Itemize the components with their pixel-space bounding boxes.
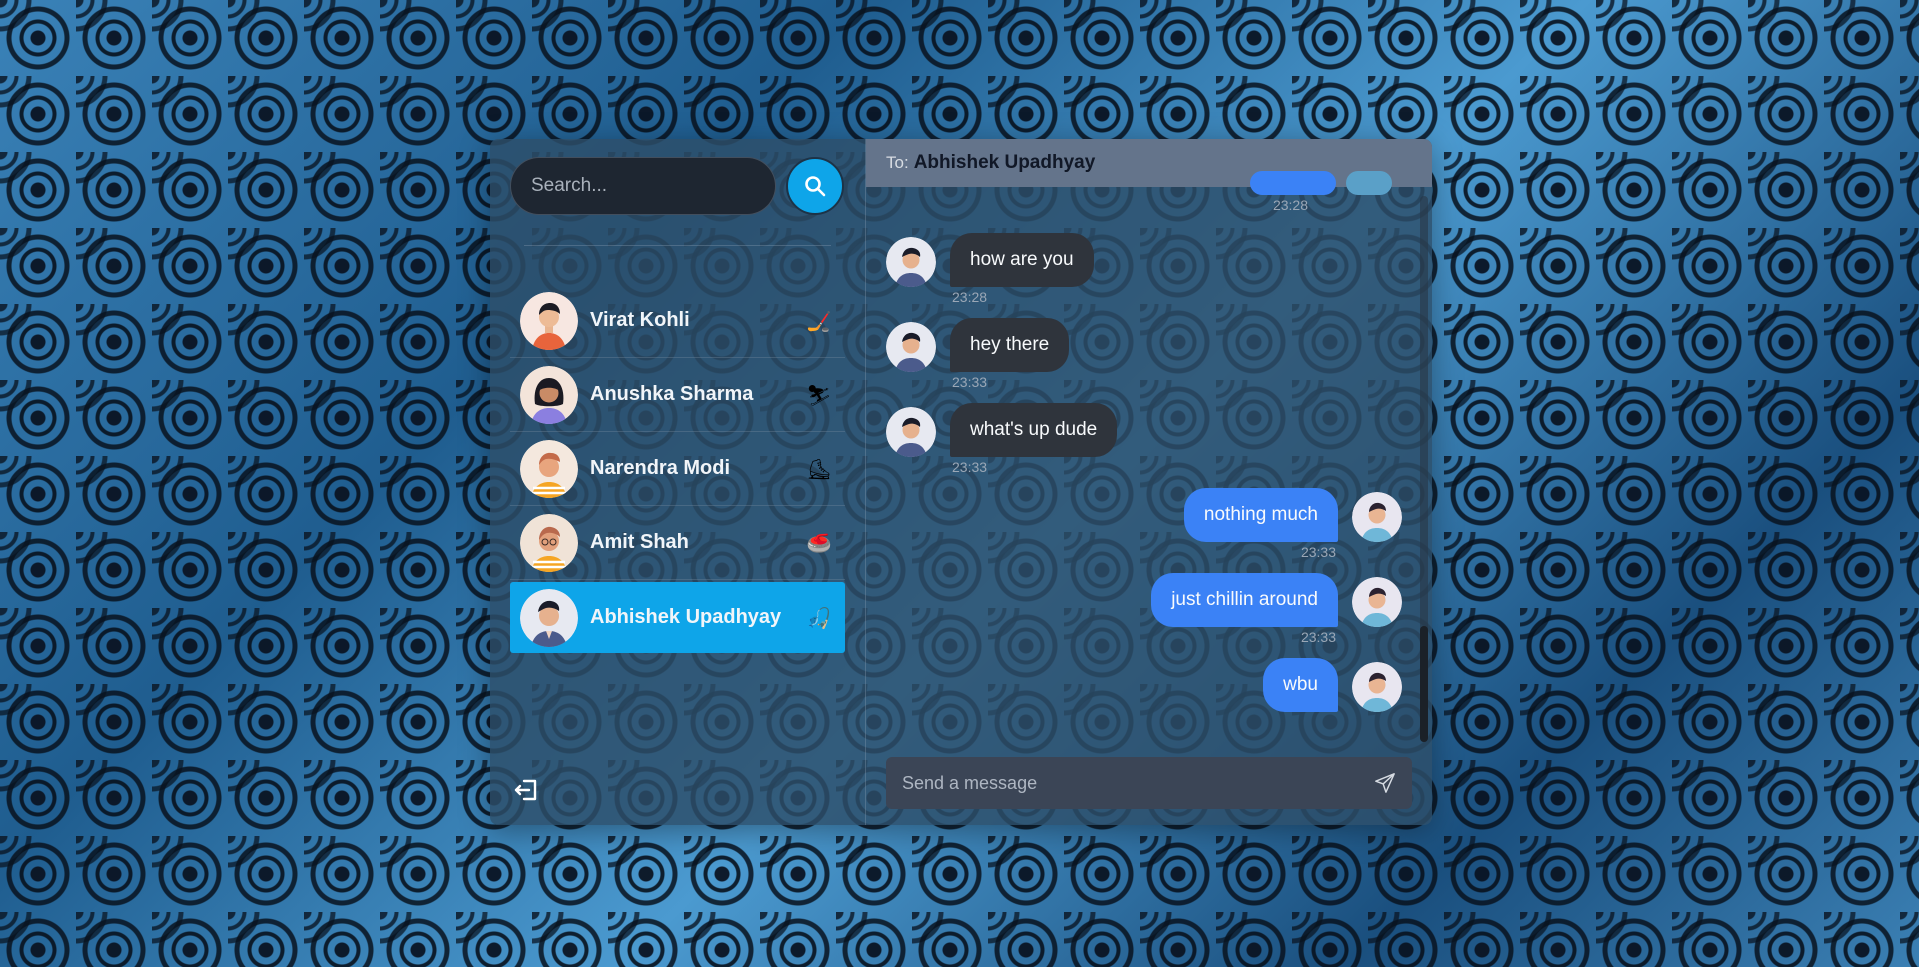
contact-name: Narendra Modi [590, 457, 731, 479]
message-outgoing: just chillin around 23:33 [886, 573, 1402, 645]
logout-icon [514, 779, 537, 801]
avatar [520, 439, 578, 498]
message-incoming: what's up dude 23:33 [886, 403, 1402, 475]
contact-amit-shah[interactable]: Amit Shah 🥌 [510, 506, 845, 580]
avatar [520, 588, 578, 647]
send-button[interactable] [1372, 770, 1398, 796]
message-bubble: nothing much [1183, 488, 1338, 542]
contact-name: Virat Kohli [590, 309, 690, 331]
contact-name: Abhishek Upadhyay [590, 606, 782, 628]
message-time: 23:33 [1300, 629, 1336, 645]
to-label: To: [886, 153, 909, 172]
scrollbar-thumb[interactable] [1420, 626, 1428, 742]
avatar [520, 365, 578, 424]
contact-list: Virat Kohli 🏒 Anushka Sharma ⛷ Narendra … [510, 284, 845, 653]
sender-avatar [886, 407, 936, 457]
message-bubble: hey there [950, 318, 1070, 372]
chat-panel: To: Abhishek Upadhyay 23:28 how are you … [866, 139, 1432, 825]
sender-avatar [886, 237, 936, 287]
sidebar: Virat Kohli 🏒 Anushka Sharma ⛷ Narendra … [490, 139, 866, 825]
message-bubble: how are you [950, 233, 1094, 287]
sidebar-divider [524, 245, 831, 246]
logout-button[interactable] [512, 775, 542, 805]
message-incoming: how are you 23:28 [886, 233, 1402, 305]
message-outgoing: wbu [886, 658, 1402, 712]
curling-stone-icon: 🥌 [806, 530, 832, 555]
recipient-name: Abhishek Upadhyay [913, 152, 1096, 173]
search-input[interactable] [510, 157, 776, 215]
send-icon [1375, 773, 1395, 793]
contact-narendra-modi[interactable]: Narendra Modi ⛸ [510, 432, 845, 506]
partial-message: 23:28 [1250, 167, 1402, 213]
avatar [520, 291, 578, 350]
message-composer [886, 757, 1412, 809]
contact-anushka-sharma[interactable]: Anushka Sharma ⛷ [510, 358, 845, 432]
message-input[interactable] [900, 771, 1372, 795]
message-incoming: hey there 23:33 [886, 318, 1402, 390]
user-avatar [1352, 577, 1402, 627]
message-time: 23:33 [952, 459, 988, 475]
search-button[interactable] [786, 157, 844, 215]
fishing-icon: 🎣 [806, 605, 832, 630]
contact-abhishek-upadhyay[interactable]: Abhishek Upadhyay 🎣 [510, 582, 845, 653]
message-time: 23:28 [952, 289, 988, 305]
ice-skate-icon: ⛸ [806, 456, 832, 481]
user-avatar [1352, 662, 1402, 712]
message-bubble: wbu [1263, 658, 1338, 712]
message-scrollbar[interactable] [1420, 196, 1428, 742]
contact-name: Amit Shah [590, 531, 689, 553]
message-time: 23:33 [952, 374, 988, 390]
user-avatar [1352, 492, 1402, 542]
message-list[interactable]: 23:28 how are you 23:28 hey there 23:33 [866, 171, 1432, 825]
chat-app: Virat Kohli 🏒 Anushka Sharma ⛷ Narendra … [490, 139, 1432, 825]
message-bubble: what's up dude [950, 403, 1118, 457]
contact-name: Anushka Sharma [590, 383, 754, 405]
search-bar [510, 157, 845, 215]
message-outgoing: nothing much 23:33 [886, 488, 1402, 560]
sender-avatar [886, 322, 936, 372]
search-icon [805, 176, 826, 197]
avatar [520, 513, 578, 572]
skier-icon: ⛷ [806, 382, 832, 407]
message-time: 23:33 [1300, 544, 1336, 560]
message-bubble: just chillin around [1151, 573, 1338, 627]
message-time: 23:28 [1272, 197, 1308, 213]
contact-virat-kohli[interactable]: Virat Kohli 🏒 [510, 284, 845, 358]
hockey-icon: 🏒 [806, 308, 832, 333]
